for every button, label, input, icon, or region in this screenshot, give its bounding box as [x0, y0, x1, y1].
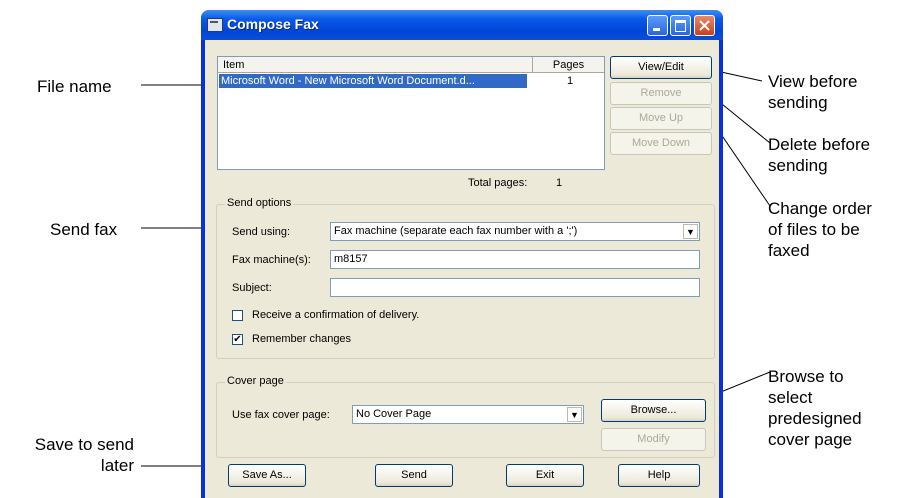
title-bar[interactable]: Compose Fax — [201, 10, 723, 40]
send-button[interactable]: Send — [375, 464, 453, 487]
cover-page-label: Use fax cover page: — [232, 409, 330, 421]
annotation-send-fax: Send fax — [50, 220, 118, 239]
help-button[interactable]: Help — [618, 464, 700, 487]
cover-page-legend: Cover page — [225, 375, 286, 387]
exit-button[interactable]: Exit — [506, 464, 584, 487]
fax-machine-label: Fax machine(s): — [232, 254, 311, 266]
cover-page-value: No Cover Page — [356, 408, 432, 420]
annotation-delete-before: Delete before sending — [768, 135, 871, 175]
window-title: Compose Fax — [227, 16, 319, 32]
view-edit-button[interactable]: View/Edit — [610, 56, 712, 79]
browse-button[interactable]: Browse... — [601, 399, 706, 422]
receive-confirmation-checkbox[interactable] — [232, 310, 243, 321]
close-button[interactable] — [694, 15, 715, 36]
save-as-button[interactable]: Save As... — [228, 464, 306, 487]
close-icon — [699, 20, 710, 31]
modify-button[interactable]: Modify — [601, 428, 706, 451]
send-using-dropdown[interactable]: Fax machine (separate each fax number wi… — [330, 222, 700, 241]
document-list[interactable]: Item Pages Microsoft Word - New Microsof… — [217, 56, 605, 170]
annotation-file-name: File name — [37, 77, 112, 96]
cover-page-dropdown[interactable]: No Cover Page ▼ — [352, 405, 584, 424]
total-pages-value: 1 — [556, 177, 563, 189]
chevron-down-icon[interactable]: ▼ — [567, 407, 582, 422]
maximize-button[interactable] — [670, 15, 691, 36]
remember-changes-checkbox[interactable]: ✔ — [232, 334, 243, 345]
move-up-button[interactable]: Move Up — [610, 107, 712, 130]
annotation-view-before: View before sending — [768, 72, 858, 112]
send-using-value: Fax machine (separate each fax number wi… — [334, 225, 578, 237]
dialog-body: Item Pages Microsoft Word - New Microsof… — [205, 40, 719, 498]
receive-confirmation-label[interactable]: Receive a confirmation of delivery. — [252, 308, 419, 322]
fax-machine-input[interactable]: m8157 — [330, 250, 700, 269]
send-options-group: Send options Send using: Fax machine (se… — [216, 197, 715, 359]
list-item[interactable]: Microsoft Word - New Microsoft Word Docu… — [219, 74, 527, 88]
chevron-down-icon[interactable]: ▼ — [683, 224, 698, 239]
remove-button[interactable]: Remove — [610, 82, 712, 105]
subject-input[interactable] — [330, 278, 700, 297]
remember-changes-label[interactable]: Remember changes — [252, 332, 351, 346]
subject-label: Subject: — [232, 282, 272, 294]
column-header-pages[interactable]: Pages — [533, 57, 604, 73]
move-down-button[interactable]: Move Down — [610, 132, 712, 155]
compose-fax-window: Compose Fax Item Pages Microsoft Word - … — [201, 10, 723, 498]
annotation-browse-cover: Browse to select predesigned cover page — [768, 367, 862, 449]
cover-page-group: Cover page Use fax cover page: No Cover … — [216, 375, 715, 458]
annotation-save-later: Save to send later — [34, 435, 134, 475]
send-options-legend: Send options — [225, 197, 294, 209]
send-using-label: Send using: — [232, 226, 291, 238]
list-item-pages: 1 — [566, 75, 574, 87]
minimize-button[interactable] — [647, 15, 668, 36]
fax-app-icon — [207, 18, 223, 32]
annotation-change-order: Change order of files to be faxed — [768, 199, 872, 260]
column-header-item[interactable]: Item — [218, 57, 533, 73]
total-pages-label: Total pages: — [468, 177, 528, 189]
